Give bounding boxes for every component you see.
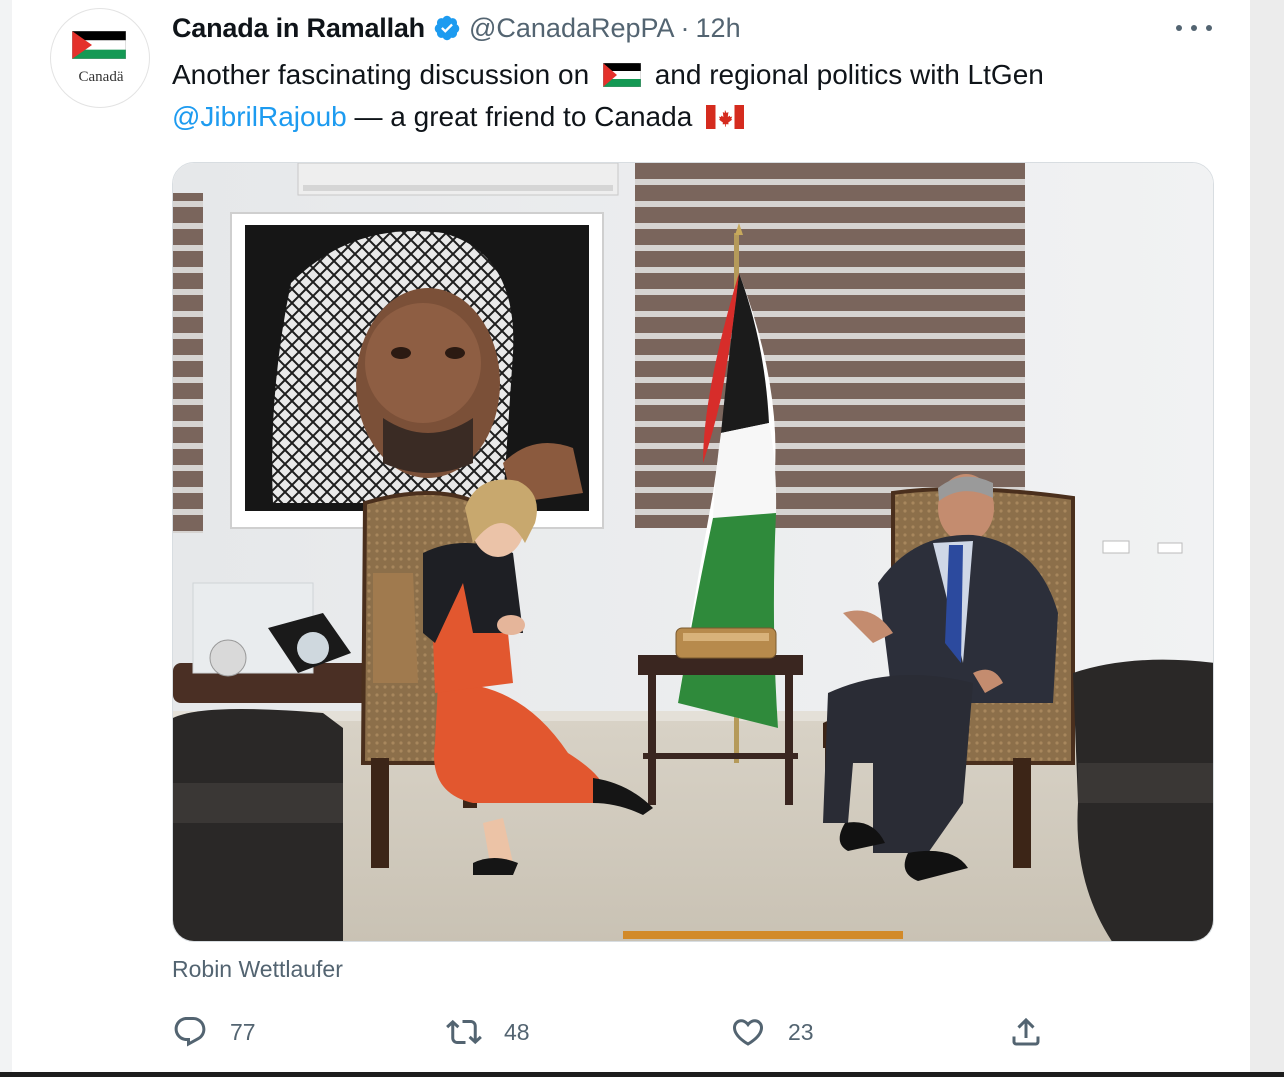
share-icon (1012, 1017, 1040, 1046)
tweet-header: Canada in Ramallah @CanadaRepPA · 12h (172, 10, 741, 46)
reply-button[interactable]: 77 (172, 1010, 256, 1054)
bottom-divider (0, 1072, 1284, 1077)
reply-icon (174, 1017, 206, 1047)
mention-link[interactable]: @JibrilRajoub (172, 101, 347, 132)
verified-badge-icon (434, 15, 460, 41)
more-options-icon[interactable] (1176, 22, 1212, 34)
user-handle[interactable]: @CanadaRepPA (469, 13, 675, 44)
tweet-text-part3: — a great friend to Canada (346, 101, 693, 132)
display-name[interactable]: Canada in Ramallah (172, 13, 425, 44)
timestamp[interactable]: 12h (696, 13, 741, 44)
retweet-button[interactable]: 48 (446, 1010, 530, 1054)
page-margin (1250, 0, 1284, 1072)
tagged-name[interactable]: Robin Wettlaufer (172, 956, 343, 983)
heart-icon (732, 1019, 764, 1046)
tagged-people[interactable]: Robin Wettlaufer (172, 952, 343, 986)
tweet-photo[interactable] (172, 162, 1214, 942)
tweet-text-part2: and regional politics with LtGen (654, 59, 1044, 90)
canada-flag-icon (706, 105, 745, 129)
tweet-text: Another fascinating discussion on and re… (172, 54, 1222, 138)
like-count: 23 (788, 1018, 814, 1045)
separator-dot: · (680, 12, 690, 43)
retweet-count: 48 (504, 1018, 530, 1045)
tweet-text-part1: Another fascinating discussion on (172, 59, 590, 90)
avatar-wordmark: Canadä (78, 69, 124, 85)
palestine-flag-icon (602, 63, 641, 87)
reply-count: 77 (230, 1018, 256, 1045)
retweet-icon (446, 1019, 482, 1045)
avatar-flag-icon (72, 31, 126, 59)
avatar[interactable]: Canadä (50, 8, 150, 108)
like-button[interactable]: 23 (730, 1010, 814, 1054)
photo-meeting-image (173, 163, 1213, 941)
share-button[interactable] (1008, 1010, 1044, 1054)
